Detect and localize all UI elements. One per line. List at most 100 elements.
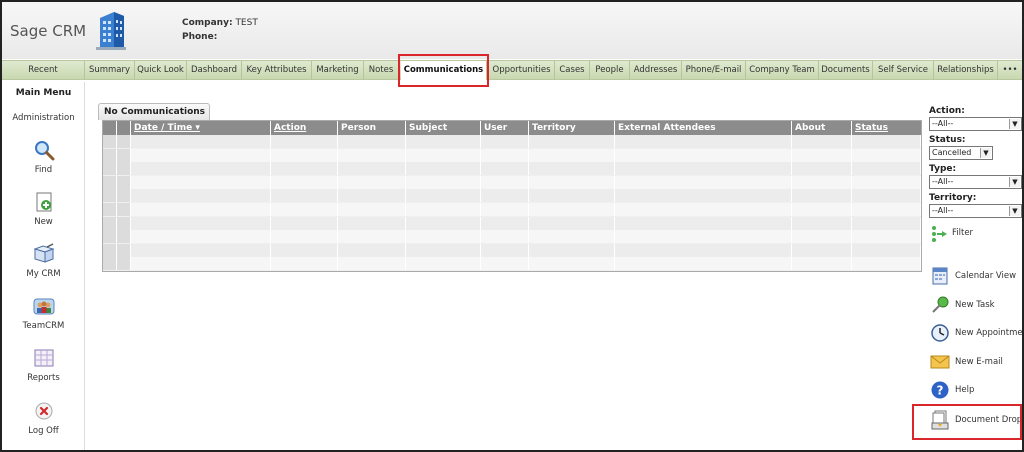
new-email-action[interactable]: New E-mail bbox=[930, 352, 1022, 374]
table-cell bbox=[529, 203, 615, 216]
table-cell bbox=[131, 162, 271, 176]
tab-self-service[interactable]: Self Service bbox=[873, 61, 934, 80]
table-cell bbox=[131, 135, 271, 148]
tab-cases[interactable]: Cases bbox=[555, 61, 590, 80]
menu-item-administration[interactable]: Administration bbox=[2, 113, 85, 123]
tab-documents[interactable]: Documents bbox=[819, 61, 873, 80]
table-cell bbox=[852, 230, 921, 244]
table-cell bbox=[338, 189, 406, 203]
tab-addresses[interactable]: Addresses bbox=[630, 61, 682, 80]
company-building-icon bbox=[96, 12, 126, 50]
table-cell bbox=[406, 230, 481, 244]
table-cell bbox=[481, 216, 529, 230]
table-cell bbox=[117, 148, 131, 162]
table-cell bbox=[338, 216, 406, 230]
table-cell bbox=[131, 257, 271, 271]
new-appointment-action[interactable]: New Appointment bbox=[930, 323, 1024, 345]
table-cell bbox=[131, 216, 271, 230]
menu-item-label: My CRM bbox=[26, 269, 61, 279]
action-filter-select[interactable]: --All-- ▼ bbox=[929, 117, 1022, 131]
table-cell bbox=[792, 162, 852, 176]
action-filter-label: Action: bbox=[929, 106, 965, 116]
table-cell bbox=[338, 175, 406, 189]
table-cell bbox=[481, 135, 529, 148]
column-header-status[interactable]: Status bbox=[852, 121, 921, 135]
table-cell bbox=[103, 135, 117, 148]
table-cell bbox=[271, 175, 338, 189]
table-cell bbox=[117, 135, 131, 148]
tab-quick-look[interactable]: Quick Look bbox=[135, 61, 187, 80]
table-row bbox=[103, 175, 921, 189]
tab-opportunities[interactable]: Opportunities bbox=[489, 61, 555, 80]
table-cell bbox=[117, 243, 131, 257]
tab-phone-email[interactable]: Phone/E-mail bbox=[682, 61, 746, 80]
help-action[interactable]: ? Help bbox=[930, 380, 1022, 402]
tab-more[interactable]: ••• bbox=[998, 61, 1022, 80]
filter-button[interactable]: Filter bbox=[930, 224, 1022, 246]
table-row bbox=[103, 230, 921, 244]
help-icon: ? bbox=[931, 381, 949, 399]
table-cell bbox=[481, 230, 529, 244]
territory-filter-select[interactable]: --All-- ▼ bbox=[929, 204, 1022, 218]
chevron-down-icon: ▼ bbox=[1009, 119, 1020, 129]
table-row bbox=[103, 189, 921, 203]
menu-item-teamcrm[interactable]: TeamCRM bbox=[2, 295, 85, 331]
column-header-action[interactable]: Action bbox=[271, 121, 338, 135]
tab-dashboard[interactable]: Dashboard bbox=[187, 61, 242, 80]
tab-notes[interactable]: Notes bbox=[364, 61, 399, 80]
type-filter-select[interactable]: --All-- ▼ bbox=[929, 175, 1022, 189]
table-cell bbox=[529, 243, 615, 257]
new-task-action[interactable]: New Task bbox=[930, 295, 1022, 317]
table-cell bbox=[792, 148, 852, 162]
table-row bbox=[103, 162, 921, 176]
menu-item-label: Reports bbox=[27, 373, 60, 383]
menu-item-reports[interactable]: Reports bbox=[2, 347, 85, 383]
calendar-view-action[interactable]: Calendar View bbox=[930, 266, 1022, 288]
menu-item-label: Find bbox=[34, 165, 53, 175]
pushpin-icon bbox=[932, 296, 949, 313]
table-cell bbox=[852, 216, 921, 230]
table-cell bbox=[406, 175, 481, 189]
tab-company-team[interactable]: Company Team bbox=[746, 61, 819, 80]
tab-relationships[interactable]: Relationships bbox=[934, 61, 998, 80]
type-filter-label: Type: bbox=[929, 164, 957, 174]
menu-item-my-crm[interactable]: My CRM bbox=[2, 243, 85, 279]
table-cell bbox=[271, 230, 338, 244]
table-cell bbox=[406, 162, 481, 176]
document-drop-highlight bbox=[912, 404, 1022, 440]
svg-text:?: ? bbox=[937, 384, 944, 398]
table-cell bbox=[103, 162, 117, 176]
column-header-person: Person bbox=[338, 121, 406, 135]
tab-marketing[interactable]: Marketing bbox=[312, 61, 364, 80]
menu-item-log-off[interactable]: Log Off bbox=[2, 400, 85, 436]
table-row bbox=[103, 257, 921, 271]
tab-key-attributes[interactable]: Key Attributes bbox=[242, 61, 312, 80]
table-cell bbox=[481, 189, 529, 203]
table-cell bbox=[103, 243, 117, 257]
column-header-date-time[interactable]: Date / Time ▾ bbox=[131, 121, 271, 135]
table-cell bbox=[131, 148, 271, 162]
tab-summary[interactable]: Summary bbox=[85, 61, 135, 80]
menu-item-new[interactable]: New bbox=[2, 191, 85, 227]
tab-recent[interactable]: Recent bbox=[2, 61, 85, 80]
filter-button-label: Filter bbox=[952, 228, 974, 238]
table-cell bbox=[338, 162, 406, 176]
table-cell bbox=[131, 175, 271, 189]
tab-people[interactable]: People bbox=[590, 61, 630, 80]
my-crm-icon bbox=[32, 243, 55, 263]
table-cell bbox=[615, 148, 792, 162]
table-cell bbox=[271, 257, 338, 271]
status-filter-select[interactable]: Cancelled ▼ bbox=[929, 146, 993, 160]
table-cell bbox=[131, 243, 271, 257]
table-cell bbox=[406, 203, 481, 216]
action-label: New Task bbox=[955, 300, 995, 310]
table-cell bbox=[852, 203, 921, 216]
action-label: New Appointment bbox=[955, 328, 1024, 338]
menu-item-find[interactable]: Find bbox=[2, 139, 85, 175]
table-cell bbox=[117, 175, 131, 189]
table-cell bbox=[529, 257, 615, 271]
column-header-about: About bbox=[792, 121, 852, 135]
table-cell bbox=[792, 189, 852, 203]
log-off-icon bbox=[35, 402, 52, 420]
table-cell bbox=[406, 257, 481, 271]
